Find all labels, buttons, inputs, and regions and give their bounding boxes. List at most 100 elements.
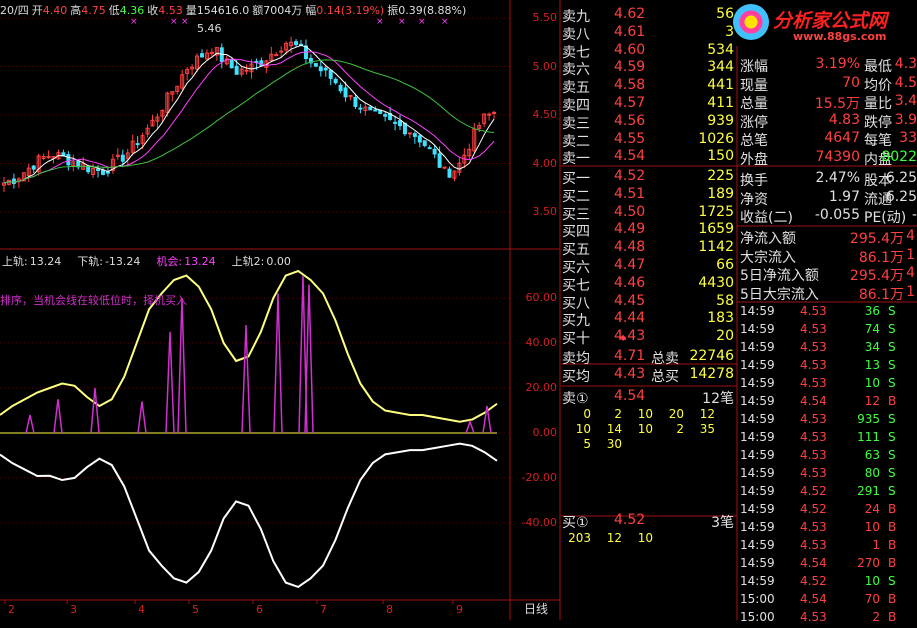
signal-marker-4: × bbox=[398, 17, 406, 27]
trade-volume: 12 bbox=[864, 394, 880, 408]
trade-time: 14:59 bbox=[740, 430, 775, 444]
stat-label: 总笔 bbox=[740, 133, 768, 149]
flow-value: 86.1万 bbox=[858, 249, 904, 266]
flow-row: 净流入额 295.4万 4 bbox=[738, 228, 917, 247]
bid-row[interactable]: 买一 4.52 225 bbox=[561, 168, 737, 187]
ask-row[interactable]: 卖七 4.60 534 bbox=[561, 42, 737, 61]
price-axis-tick: 5.00 bbox=[532, 59, 558, 73]
trade-time: 15:00 bbox=[740, 610, 775, 624]
trade-time: 14:59 bbox=[740, 556, 775, 570]
stat-row: 涨幅 3.19% 最低 4.3 bbox=[738, 56, 917, 75]
ask-row[interactable]: 卖九 4.62 56 bbox=[561, 6, 737, 25]
ask-row[interactable]: 卖五 4.58 441 bbox=[561, 77, 737, 96]
candle-body bbox=[120, 154, 125, 162]
upper-band-label: 上轨: bbox=[2, 255, 28, 268]
stat-label-2: 最低 bbox=[864, 59, 892, 75]
stat-row: 涨停 4.83 跌停 3.9 bbox=[738, 111, 917, 131]
bid-row[interactable]: 买七 4.46 4430 bbox=[561, 275, 737, 294]
trade-volume: 24 bbox=[864, 502, 880, 516]
trade-time: 14:59 bbox=[740, 412, 775, 426]
ask-row[interactable]: 卖六 4.59 344 bbox=[561, 59, 737, 78]
stat-value: 4.83 bbox=[828, 111, 860, 128]
ask-row[interactable]: 卖四 4.57 411 bbox=[561, 95, 737, 114]
trade-direction: B bbox=[888, 592, 897, 606]
ask-row[interactable]: 卖二 4.55 1026 bbox=[561, 131, 737, 150]
bid-price: 4.51 bbox=[614, 185, 646, 202]
bid-row[interactable]: 买九 4.44 183 bbox=[561, 310, 737, 329]
sell-queue-cell: 35 bbox=[699, 422, 715, 436]
date-label: 20/四 bbox=[0, 4, 29, 17]
stat2-value-2: 6.25 bbox=[885, 188, 917, 205]
bid-row[interactable]: 买五 4.48 1142 bbox=[561, 239, 737, 258]
trade-price: 4.53 bbox=[800, 340, 827, 354]
diamond-icon: ◆ bbox=[620, 333, 627, 342]
chance-spike bbox=[53, 399, 63, 434]
trade-direction: B bbox=[888, 556, 897, 570]
trade-volume: 291 bbox=[857, 484, 880, 498]
flow-row: 5日净流入额 295.4万 4 bbox=[738, 265, 917, 284]
bid-row[interactable]: 买四 4.49 1659 bbox=[561, 221, 737, 240]
x-axis-tick: 3 bbox=[70, 603, 77, 616]
signal-marker-0: × bbox=[130, 17, 138, 27]
trade-row: 14:59 4.53 34 S bbox=[738, 340, 917, 358]
trade-price: 4.54 bbox=[800, 592, 827, 606]
indicator-note: 排序，当机会线在较低位时，择机买入 bbox=[0, 294, 187, 307]
buy-queue-cell: 203 bbox=[568, 531, 591, 545]
change-label: 幅 bbox=[305, 4, 317, 17]
trade-price: 4.53 bbox=[800, 610, 827, 624]
sell-queue-cell: 10 bbox=[637, 422, 653, 436]
flow-label: 大宗流入 bbox=[740, 249, 796, 266]
bid-row[interactable]: 买三 4.50 1725 bbox=[561, 204, 737, 223]
trade-row: 14:59 4.54 12 B bbox=[738, 394, 917, 412]
bid-row[interactable]: 买十 4.43 20 bbox=[561, 328, 737, 347]
candle-body bbox=[234, 65, 239, 75]
bid-row[interactable]: 买六 4.47 66 bbox=[561, 257, 737, 276]
bid-row[interactable]: 买二 4.51 189 bbox=[561, 185, 737, 205]
trade-volume: 36 bbox=[864, 304, 880, 318]
bid-average-value: 4.43 bbox=[614, 366, 646, 382]
stat-value-2: 3.9 bbox=[894, 111, 917, 128]
indicator-axis-tick: -40.00 bbox=[521, 516, 557, 529]
trade-price: 4.53 bbox=[800, 304, 827, 318]
trade-price: 4.52 bbox=[800, 484, 827, 498]
sell-queue-cell: 2 bbox=[614, 407, 622, 421]
ask-row[interactable]: 卖三 4.56 939 bbox=[561, 113, 737, 132]
ask-row[interactable]: 卖一 4.54 150 bbox=[561, 148, 737, 167]
candle-body bbox=[66, 154, 71, 166]
trade-volume: 13 bbox=[864, 358, 880, 372]
candle-body bbox=[96, 168, 101, 171]
bid-row[interactable]: 买八 4.45 58 bbox=[561, 293, 737, 312]
ask-volume: 411 bbox=[707, 95, 734, 111]
trade-time: 14:59 bbox=[740, 304, 775, 318]
chance-spike bbox=[177, 297, 187, 434]
trade-time: 14:59 bbox=[740, 538, 775, 552]
chance-spike bbox=[241, 324, 251, 434]
trade-volume: 10 bbox=[864, 520, 880, 534]
bid-average-total-label: 总买 bbox=[651, 369, 679, 385]
sell-queue-cell: 12 bbox=[699, 407, 715, 421]
ask-volume: 3 bbox=[725, 23, 734, 40]
ask-price: 4.57 bbox=[614, 95, 646, 111]
high-label: 高 bbox=[70, 4, 82, 17]
stat-value: 3.19% bbox=[815, 56, 860, 72]
stat-label: 涨幅 bbox=[740, 59, 768, 75]
candle-body bbox=[101, 169, 105, 175]
upper-band2-label: 上轨2: bbox=[231, 255, 265, 268]
ask-volume: 441 bbox=[707, 77, 734, 94]
stat-label-2: 量比 bbox=[864, 96, 892, 112]
flow-extra: 1 bbox=[906, 283, 915, 300]
signal-marker-1: × bbox=[170, 17, 178, 27]
stat2-value: 1.97 bbox=[828, 188, 860, 205]
trade-row: 14:59 4.53 10 B bbox=[738, 520, 917, 538]
lower-band: 下轨: -13.24 bbox=[77, 255, 148, 268]
trade-direction: B bbox=[888, 502, 897, 516]
candle-body bbox=[398, 120, 402, 127]
trade-volume: 63 bbox=[864, 448, 880, 462]
ask-row[interactable]: 卖八 4.61 3 bbox=[561, 23, 737, 43]
candle-body bbox=[343, 87, 348, 98]
period-daily-button[interactable]: 日线 bbox=[512, 600, 560, 619]
stat-label: 涨停 bbox=[740, 114, 768, 131]
bid-volume: 183 bbox=[707, 310, 734, 327]
stat2-value: 2.47% bbox=[815, 170, 860, 186]
chance-spike bbox=[137, 401, 147, 434]
